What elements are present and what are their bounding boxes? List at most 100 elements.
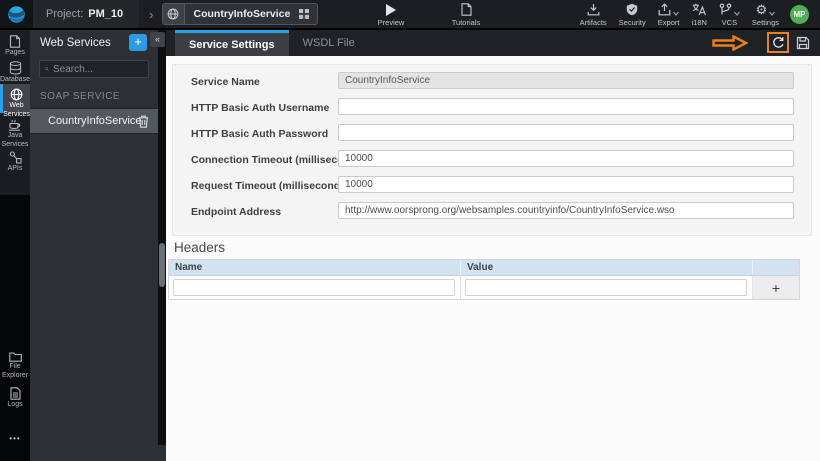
- add-header-button[interactable]: +: [753, 276, 799, 299]
- shield-icon: [619, 3, 646, 16]
- tab-wsdl-file[interactable]: WSDL File: [289, 30, 369, 56]
- play-icon: [372, 3, 410, 16]
- form-row: Service Name: [173, 70, 811, 96]
- rail-item-pages[interactable]: Pages: [0, 32, 30, 58]
- soap-service-section-label: SOAP SERVICE: [40, 91, 121, 102]
- project-name: PM_10: [88, 8, 124, 20]
- service-list-item[interactable]: CountryInfoService: [30, 108, 158, 134]
- folder-icon: [8, 352, 22, 362]
- plus-icon: +: [771, 279, 781, 296]
- tab-service-settings[interactable]: Service Settings: [175, 30, 289, 56]
- rail-item-web-services[interactable]: Web Services: [0, 84, 30, 118]
- artifacts-button[interactable]: Artifacts: [574, 2, 613, 27]
- chevron-down-icon: [733, 11, 740, 16]
- form-row: HTTP Basic Auth Password: [173, 122, 811, 148]
- refresh-icon: [772, 37, 783, 48]
- field-label-service-name: Service Name: [191, 76, 260, 88]
- add-service-button[interactable]: +: [129, 34, 147, 51]
- project-label: Project:: [46, 8, 84, 20]
- request-timeout-input[interactable]: [338, 176, 794, 193]
- export-button[interactable]: Export: [652, 2, 686, 27]
- download-icon: [580, 3, 607, 16]
- i18n-label: i18N: [691, 17, 707, 27]
- service-item-label: CountryInfoService: [48, 115, 142, 127]
- headers-table: Name Value +: [168, 259, 800, 300]
- form-row: Connection Timeout (milliseconds): [173, 148, 811, 174]
- headers-section-title: Headers: [174, 240, 226, 255]
- preview-label: Preview: [377, 18, 405, 27]
- endpoint-address-input[interactable]: [338, 202, 794, 219]
- rail-item-databases[interactable]: Databases: [0, 58, 33, 85]
- service-search-box[interactable]: [39, 60, 149, 78]
- rail-item-java-services[interactable]: Java Services: [0, 116, 30, 150]
- column-header-value: Value: [461, 260, 753, 275]
- web-services-globe-icon: [10, 88, 23, 101]
- annotation-arrow: [712, 35, 748, 51]
- delete-service-icon[interactable]: [138, 115, 149, 128]
- header-value-input[interactable]: [465, 279, 747, 296]
- open-service-tab[interactable]: CountryInfoService: [161, 3, 319, 25]
- grid-icon[interactable]: [299, 9, 317, 19]
- document-icon: [444, 3, 488, 16]
- app-window: Project: PM_10 › CountryInfoService Prev…: [0, 0, 820, 461]
- pages-icon: [9, 35, 21, 48]
- form-row: Request Timeout (milliseconds): [173, 174, 811, 200]
- headers-table-header: Name Value: [169, 260, 799, 276]
- search-input[interactable]: [53, 63, 143, 75]
- scroll-corner: [158, 445, 166, 461]
- settings-button[interactable]: ⚙ Settings: [746, 2, 785, 27]
- wavemaker-logo-icon: [8, 5, 25, 23]
- gear-icon: ⚙: [755, 1, 768, 17]
- security-button[interactable]: Security: [613, 2, 652, 27]
- branch-icon: [719, 2, 732, 16]
- service-tab-label: CountryInfoService: [193, 8, 291, 20]
- http-basic-auth-password-input[interactable]: [338, 124, 794, 141]
- field-label-request-timeout: Request Timeout (milliseconds): [191, 180, 350, 192]
- service-name-input: [338, 72, 794, 89]
- user-avatar[interactable]: MP: [790, 4, 809, 24]
- main-panel: Service Settings WSDL File Service Name: [166, 30, 820, 461]
- project-selector[interactable]: Project: PM_10: [33, 0, 140, 28]
- database-icon: [9, 61, 21, 75]
- left-icon-rail: Pages Databases Web Services Java Servic…: [0, 30, 33, 461]
- more-dots-icon: •••: [9, 434, 21, 443]
- connection-timeout-input[interactable]: [338, 150, 794, 167]
- panel-scroll-strip: «: [150, 30, 166, 461]
- refresh-service-button[interactable]: [767, 32, 789, 53]
- globe-icon: [162, 4, 185, 24]
- field-label-username: HTTP Basic Auth Username: [191, 102, 330, 114]
- chevron-down-icon: [769, 11, 776, 16]
- rail-label-logs: Logs: [7, 401, 23, 408]
- chevron-down-icon: [673, 11, 680, 16]
- translate-icon: [691, 3, 707, 16]
- panel-title: Web Services: [40, 37, 111, 49]
- preview-button[interactable]: Preview: [372, 3, 410, 27]
- collapse-panel-button[interactable]: «: [150, 32, 165, 47]
- vertical-scrollbar[interactable]: [159, 243, 165, 287]
- top-bar: Project: PM_10 › CountryInfoService Prev…: [0, 0, 820, 30]
- rail-item-file-explorer[interactable]: File Explorer: [0, 348, 30, 381]
- tutorials-button[interactable]: Tutorials: [444, 3, 488, 27]
- service-settings-form: Service Name HTTP Basic Auth Username HT…: [172, 64, 812, 236]
- app-logo[interactable]: [0, 0, 33, 28]
- web-services-panel: Web Services + SOAP SERVICE CountryInfoS…: [30, 30, 158, 461]
- service-tabbar: Service Settings WSDL File: [166, 30, 820, 56]
- export-label: Export: [657, 17, 680, 27]
- header-name-input[interactable]: [173, 279, 455, 296]
- save-service-button[interactable]: [796, 36, 810, 50]
- rail-label-pages: Pages: [5, 49, 25, 56]
- vcs-button[interactable]: VCS: [713, 2, 746, 27]
- search-icon: [45, 67, 49, 71]
- settings-label: Settings: [751, 17, 779, 27]
- service-settings-content: Service Name HTTP Basic Auth Username HT…: [166, 56, 820, 461]
- apis-icon: [9, 151, 22, 164]
- i18n-button[interactable]: i18N: [685, 2, 712, 27]
- column-header-actions: [753, 260, 799, 275]
- upload-icon: [658, 2, 671, 16]
- http-basic-auth-username-input[interactable]: [338, 98, 794, 115]
- rail-item-more[interactable]: •••: [0, 430, 30, 444]
- form-row: HTTP Basic Auth Username: [173, 96, 811, 122]
- rail-item-logs[interactable]: Logs: [0, 384, 30, 410]
- field-label-endpoint-address: Endpoint Address: [191, 206, 282, 218]
- rail-item-apis[interactable]: APIs: [0, 148, 30, 174]
